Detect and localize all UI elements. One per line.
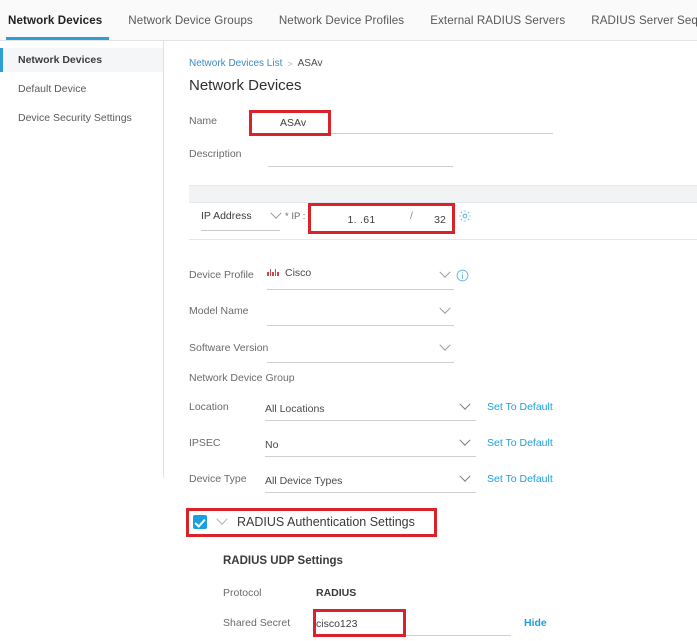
ip-table-header-band — [189, 185, 697, 202]
description-label: Description — [189, 148, 242, 160]
field-row-software-version: Software Version — [189, 342, 269, 354]
protocol-label: Protocol — [223, 587, 262, 599]
ipsec-set-to-default-link[interactable]: Set To Default — [487, 437, 553, 449]
tab-label: External RADIUS Servers — [430, 13, 566, 27]
description-input-underline — [268, 166, 453, 167]
field-row-description: Description — [189, 148, 266, 160]
breadcrumb-separator-icon: > — [287, 58, 293, 69]
page-title: Network Devices — [189, 77, 302, 94]
cisco-logo-icon — [267, 268, 280, 278]
network-device-group-heading: Network Device Group — [189, 372, 295, 384]
sidebar-item-label: Device Security Settings — [18, 112, 132, 124]
model-name-underline — [267, 325, 454, 326]
shared-secret-input-value: cisco123 — [316, 618, 358, 630]
primary-tab-bar: Network Devices Network Device Groups Ne… — [0, 0, 697, 41]
name-label: Name — [189, 115, 218, 127]
device-profile-select[interactable]: Cisco — [267, 267, 457, 279]
ipsec-label: IPSEC — [189, 437, 221, 449]
model-name-label: Model Name — [189, 305, 249, 317]
left-sidebar: Network Devices Default Device Device Se… — [0, 41, 164, 478]
device-type-underline — [265, 492, 476, 493]
sidebar-item-label: Default Device — [18, 83, 87, 95]
tab-label: Network Device Groups — [128, 13, 253, 27]
sidebar-active-marker — [0, 48, 3, 72]
location-select[interactable]: All Locations — [265, 399, 475, 417]
device-type-select-value: All Device Types — [265, 475, 343, 487]
location-set-to-default-link[interactable]: Set To Default — [487, 401, 553, 413]
sidebar-item-device-security-settings[interactable]: Device Security Settings — [0, 106, 163, 130]
tab-label: RADIUS Server Sequences — [591, 13, 697, 27]
shared-secret-hide-link[interactable]: Hide — [524, 617, 547, 629]
ip-required-label: * IP : — [285, 211, 306, 222]
shared-secret-label: Shared Secret — [223, 617, 291, 629]
software-version-select[interactable] — [267, 340, 454, 358]
ip-address-input-value: 1. .61 — [347, 214, 376, 226]
name-input-value: ASAv — [280, 117, 307, 129]
device-type-select[interactable]: All Device Types — [265, 471, 475, 489]
ip-type-select[interactable]: IP Address — [201, 207, 282, 222]
tab-radius-server-sequences[interactable]: RADIUS Server Sequences — [578, 0, 697, 40]
tab-label: Network Device Profiles — [278, 13, 405, 27]
location-underline — [265, 420, 476, 421]
ipsec-underline — [265, 456, 476, 457]
device-profile-underline — [267, 289, 454, 290]
radius-udp-settings-heading: RADIUS UDP Settings — [223, 555, 343, 567]
ipsec-select[interactable]: No — [265, 435, 475, 453]
location-label: Location — [189, 401, 229, 413]
field-row-name: Name — [189, 115, 266, 127]
ip-mask-input[interactable]: 32 — [422, 210, 458, 228]
ip-type-select-underline — [201, 230, 280, 231]
breadcrumb-current: ASAv — [297, 58, 323, 69]
model-name-select[interactable] — [267, 303, 454, 321]
field-row-device-profile: Device Profile — [189, 269, 266, 281]
radius-authentication-checkbox[interactable] — [193, 515, 207, 529]
gear-icon[interactable] — [458, 209, 472, 223]
ip-address-input[interactable]: 1. .61 — [319, 210, 404, 228]
software-version-label: Software Version — [189, 342, 269, 354]
tab-active-indicator — [6, 37, 110, 40]
device-type-set-to-default-link[interactable]: Set To Default — [487, 473, 553, 485]
software-version-underline — [267, 362, 454, 363]
sidebar-item-label: Network Devices — [18, 54, 103, 66]
radius-authentication-settings-title: RADIUS Authentication Settings — [237, 515, 415, 529]
location-select-value: All Locations — [265, 403, 325, 415]
description-input[interactable] — [268, 145, 453, 165]
tab-label: Network Devices — [8, 13, 103, 27]
radius-authentication-settings-header[interactable]: RADIUS Authentication Settings — [193, 513, 415, 529]
ipsec-select-value: No — [265, 439, 279, 451]
breadcrumb: Network Devices List > ASAv — [189, 58, 322, 69]
app-root: Network Devices Network Device Groups Ne… — [0, 0, 697, 641]
protocol-value: RADIUS — [316, 587, 357, 599]
name-input-underline-ext — [453, 133, 553, 134]
main-content: Network Devices List > ASAv Network Devi… — [164, 41, 697, 641]
name-input-underline — [268, 133, 453, 134]
sidebar-item-default-device[interactable]: Default Device — [0, 77, 163, 101]
ip-type-select-value: IP Address — [201, 210, 252, 222]
name-input[interactable]: ASAv — [268, 112, 454, 134]
device-profile-label: Device Profile — [189, 269, 254, 281]
breadcrumb-link-network-devices-list[interactable]: Network Devices List — [189, 58, 282, 69]
tab-external-radius-servers[interactable]: External RADIUS Servers — [417, 0, 578, 40]
tab-network-devices[interactable]: Network Devices — [0, 0, 115, 40]
field-row-ipsec: IPSEC — [189, 437, 269, 449]
tab-network-device-profiles[interactable]: Network Device Profiles — [266, 0, 417, 40]
info-icon[interactable] — [456, 269, 469, 282]
device-type-label: Device Type — [189, 473, 247, 485]
chevron-down-icon — [270, 207, 282, 219]
device-profile-select-value: Cisco — [285, 267, 312, 279]
tab-network-device-groups[interactable]: Network Device Groups — [115, 0, 266, 40]
field-row-device-type: Device Type — [189, 473, 269, 485]
shared-secret-input[interactable]: cisco123 — [316, 614, 396, 634]
ip-mask-separator: / — [410, 210, 413, 222]
sidebar-item-network-devices[interactable]: Network Devices — [0, 48, 163, 72]
field-row-location: Location — [189, 401, 269, 413]
ip-mask-input-value: 32 — [434, 214, 446, 226]
shared-secret-underline — [316, 635, 511, 636]
chevron-down-icon[interactable] — [216, 513, 228, 525]
field-row-model-name: Model Name — [189, 305, 266, 317]
